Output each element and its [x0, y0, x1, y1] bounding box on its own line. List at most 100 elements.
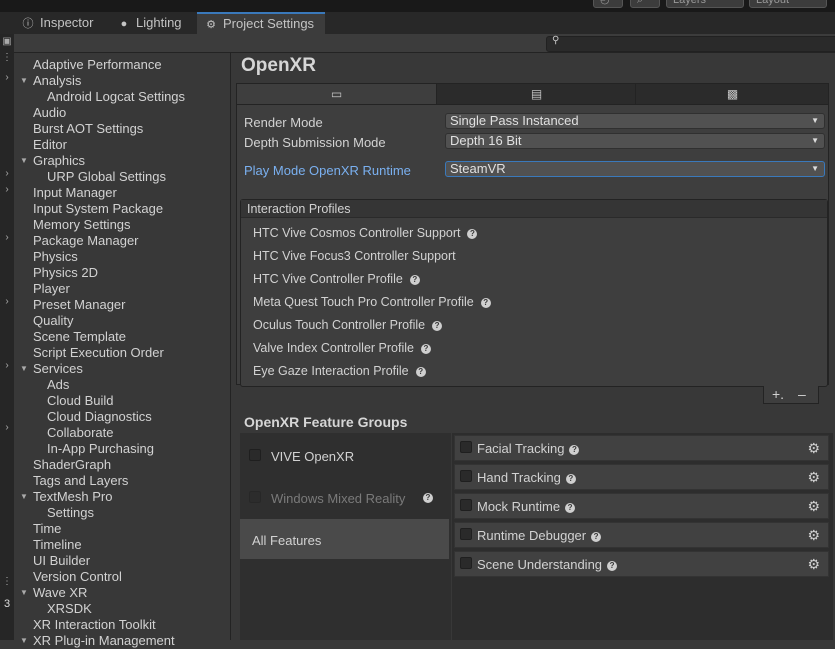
interaction-profile-item[interactable]: Eye Gaze Interaction Profile? — [253, 364, 426, 378]
chevron-right-icon[interactable]: › — [2, 232, 12, 243]
feature-checkbox[interactable] — [460, 499, 472, 511]
help-icon[interactable]: ? — [432, 321, 443, 331]
sidebar-item-version-control[interactable]: Version Control — [33, 569, 122, 585]
sidebar-item-ads[interactable]: Ads — [47, 377, 69, 393]
help-icon[interactable]: ? — [420, 344, 431, 354]
chevron-right-icon[interactable]: › — [2, 72, 12, 83]
help-icon[interactable]: ? — [415, 367, 426, 377]
tab-lighting[interactable]: ● Lighting — [110, 12, 196, 34]
sidebar-item-physics[interactable]: Physics — [33, 249, 78, 265]
feature-group-checkbox[interactable] — [249, 449, 261, 461]
feature-checkbox[interactable] — [460, 441, 472, 453]
sidebar-item-cloud-build[interactable]: Cloud Build — [47, 393, 114, 409]
help-icon[interactable]: ? — [565, 474, 576, 484]
sidebar-item-memory-settings[interactable]: Memory Settings — [33, 217, 131, 233]
sidebar-item-services[interactable]: Services — [33, 361, 83, 377]
chevron-right-icon[interactable]: › — [2, 184, 12, 195]
sidebar-item-script-execution-order[interactable]: Script Execution Order — [33, 345, 164, 361]
interaction-profile-item[interactable]: Meta Quest Touch Pro Controller Profile? — [253, 295, 491, 309]
sidebar-item-android-logcat-settings[interactable]: Android Logcat Settings — [47, 89, 185, 105]
help-icon[interactable]: ? — [591, 532, 602, 542]
sidebar-item-input-manager[interactable]: Input Manager — [33, 185, 117, 201]
feature-checkbox[interactable] — [460, 557, 472, 569]
sidebar-item-graphics[interactable]: Graphics — [33, 153, 85, 169]
sidebar-item-textmesh-pro[interactable]: TextMesh Pro — [33, 489, 112, 505]
feature-group-item[interactable]: VIVE OpenXR — [240, 435, 449, 475]
chevron-down-icon[interactable]: ▼ — [20, 589, 28, 597]
help-icon[interactable]: ? — [569, 445, 580, 455]
chevron-right-icon[interactable]: › — [2, 296, 12, 307]
tab-project-settings[interactable]: ⚙ Project Settings — [197, 12, 325, 34]
more-icon[interactable]: ⋮ — [2, 576, 12, 587]
help-icon[interactable]: ? — [423, 493, 433, 503]
sidebar-item-time[interactable]: Time — [33, 521, 61, 537]
chevron-down-icon[interactable]: ▼ — [20, 157, 28, 165]
more-icon[interactable]: ⋮ — [2, 52, 12, 63]
sidebar-item-in-app-purchasing[interactable]: In-App Purchasing — [47, 441, 154, 457]
layers-dropdown[interactable]: Layers — [666, 0, 744, 8]
layout-dropdown[interactable]: Layout — [749, 0, 827, 8]
sidebar-item-shadergraph[interactable]: ShaderGraph — [33, 457, 111, 473]
frame-icon[interactable]: ▣ — [2, 36, 12, 47]
sidebar-item-quality[interactable]: Quality — [33, 313, 73, 329]
history-button[interactable]: ◴ — [593, 0, 623, 8]
interaction-profile-item[interactable]: HTC Vive Controller Profile? — [253, 272, 420, 286]
sidebar-item-xr-plug-in-management[interactable]: XR Plug-in Management — [33, 633, 175, 649]
help-icon[interactable]: ? — [480, 298, 491, 308]
sidebar-item-package-manager[interactable]: Package Manager — [33, 233, 139, 249]
sidebar-item-preset-manager[interactable]: Preset Manager — [33, 297, 126, 313]
gear-icon[interactable]: ⚙ — [807, 498, 820, 515]
interaction-profile-item[interactable]: HTC Vive Focus3 Controller Support — [253, 249, 456, 263]
feature-group-item[interactable]: Windows Mixed Reality? — [240, 477, 449, 517]
search-toolbar-button[interactable]: ⌕ — [630, 0, 660, 8]
sidebar-item-cloud-diagnostics[interactable]: Cloud Diagnostics — [47, 409, 152, 425]
help-icon[interactable]: ? — [467, 229, 478, 239]
sidebar-item-settings[interactable]: Settings — [47, 505, 94, 521]
add-profile-button[interactable]: +. — [772, 386, 784, 402]
feature-checkbox[interactable] — [460, 470, 472, 482]
sidebar-item-audio[interactable]: Audio — [33, 105, 66, 121]
feature-checkbox[interactable] — [460, 528, 472, 540]
sidebar-item-adaptive-performance[interactable]: Adaptive Performance — [33, 57, 162, 73]
chevron-down-icon[interactable]: ▼ — [20, 637, 28, 645]
sidebar-item-ui-builder[interactable]: UI Builder — [33, 553, 90, 569]
play-mode-runtime-dropdown[interactable]: SteamVR ▼ — [445, 161, 825, 177]
sidebar-item-analysis[interactable]: Analysis — [33, 73, 81, 89]
sidebar-item-collaborate[interactable]: Collaborate — [47, 425, 114, 441]
tab-platform-server[interactable]: ▤ — [436, 84, 636, 104]
remove-profile-button[interactable]: – — [798, 386, 806, 402]
sidebar-item-player[interactable]: Player — [33, 281, 70, 297]
gear-icon[interactable]: ⚙ — [807, 440, 820, 457]
chevron-down-icon[interactable]: ▼ — [20, 77, 28, 85]
settings-search-field[interactable]: ⚲ — [546, 35, 835, 52]
interaction-profile-item[interactable]: Valve Index Controller Profile? — [253, 341, 431, 355]
sidebar-item-timeline[interactable]: Timeline — [33, 537, 82, 553]
interaction-profile-item[interactable]: Oculus Touch Controller Profile? — [253, 318, 443, 332]
depth-submission-mode-dropdown[interactable]: Depth 16 Bit ▼ — [445, 133, 825, 149]
help-icon[interactable]: ? — [607, 561, 618, 571]
sidebar-item-scene-template[interactable]: Scene Template — [33, 329, 126, 345]
render-mode-dropdown[interactable]: Single Pass Instanced ▼ — [445, 113, 825, 129]
gear-icon[interactable]: ⚙ — [807, 556, 820, 573]
sidebar-item-tags-and-layers[interactable]: Tags and Layers — [33, 473, 128, 489]
chevron-right-icon[interactable]: › — [2, 360, 12, 371]
tab-platform-standalone[interactable]: ▭ — [237, 84, 436, 104]
sidebar-item-input-system-package[interactable]: Input System Package — [33, 201, 163, 217]
interaction-profile-item[interactable]: HTC Vive Cosmos Controller Support? — [253, 226, 478, 240]
chevron-right-icon[interactable]: › — [2, 168, 12, 179]
gear-icon[interactable]: ⚙ — [807, 469, 820, 486]
sidebar-item-urp-global-settings[interactable]: URP Global Settings — [47, 169, 166, 185]
sidebar-item-physics-2d[interactable]: Physics 2D — [33, 265, 98, 281]
sidebar-item-editor[interactable]: Editor — [33, 137, 67, 153]
chevron-right-icon[interactable]: › — [2, 422, 12, 433]
sidebar-item-xrsdk[interactable]: XRSDK — [47, 601, 92, 617]
help-icon[interactable]: ? — [565, 503, 576, 513]
tab-inspector[interactable]: ⓘ Inspector — [14, 12, 106, 34]
tab-platform-android[interactable]: ▩ — [635, 84, 829, 104]
help-icon[interactable]: ? — [409, 275, 420, 285]
feature-group-item[interactable]: All Features — [240, 519, 449, 559]
gear-icon[interactable]: ⚙ — [807, 527, 820, 544]
sidebar-item-wave-xr[interactable]: Wave XR — [33, 585, 87, 601]
sidebar-item-xr-interaction-toolkit[interactable]: XR Interaction Toolkit — [33, 617, 156, 633]
chevron-down-icon[interactable]: ▼ — [20, 493, 28, 501]
